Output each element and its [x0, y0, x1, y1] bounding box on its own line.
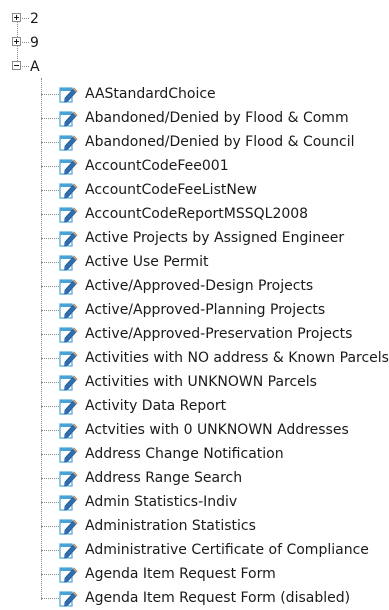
report-tree-item[interactable]: Active/Approved-Design Projects [0, 274, 389, 298]
report-tree-item-label[interactable]: Agenda Item Request Form (disabled) [85, 589, 350, 607]
report-tree-item-label[interactable]: Active Projects by Assigned Engineer [85, 229, 344, 247]
tree-connector-line [41, 238, 59, 239]
report-tree-item[interactable]: Abandoned/Denied by Flood & Comm [0, 106, 389, 130]
tree-node-label[interactable]: 9 [30, 34, 39, 52]
report-tree-item-label[interactable]: Active Use Permit [85, 253, 208, 271]
report-tree-item[interactable]: Activities with UNKNOWN Parcels [0, 370, 389, 394]
report-edit-icon [59, 495, 78, 511]
report-tree-item[interactable]: Admin Statistics-Indiv [0, 490, 389, 514]
report-tree-item-label[interactable]: Actvities with 0 UNKNOWN Addresses [85, 421, 349, 439]
tree-connector-line [41, 94, 59, 95]
report-tree-item[interactable]: Activities with NO address & Known Parce… [0, 346, 389, 370]
report-tree-item[interactable]: Active/Approved-Preservation Projects [0, 322, 389, 346]
report-tree-item[interactable]: Agenda Item Request Form (disabled) [0, 586, 389, 610]
report-tree-item-label[interactable]: Activities with UNKNOWN Parcels [85, 373, 317, 391]
tree-connector-line [41, 262, 59, 263]
report-tree-item-label[interactable]: Administrative Certificate of Compliance [85, 541, 369, 559]
tree-connector-line [41, 286, 59, 287]
tree-connector-line [41, 382, 59, 383]
report-tree-item-label[interactable]: Active/Approved-Design Projects [85, 277, 313, 295]
report-edit-icon [59, 279, 78, 295]
report-edit-icon [59, 447, 78, 463]
tree-connector-line [41, 550, 59, 551]
report-tree-item[interactable]: Active Projects by Assigned Engineer [0, 226, 389, 250]
tree-connector-line [41, 214, 59, 215]
report-edit-icon [59, 471, 78, 487]
tree-connector-line [41, 478, 59, 479]
tree-connector-line [41, 358, 59, 359]
report-tree-item-label[interactable]: Activity Data Report [85, 397, 226, 415]
report-edit-icon [59, 255, 78, 271]
report-tree-item-label[interactable]: Address Change Notification [85, 445, 284, 463]
report-tree-item-label[interactable]: Address Range Search [85, 469, 242, 487]
report-edit-icon [59, 327, 78, 343]
report-tree-item-label[interactable]: Agenda Item Request Form [85, 565, 276, 583]
tree-connector-line [41, 406, 59, 407]
report-tree-item[interactable]: Active Use Permit [0, 250, 389, 274]
report-edit-icon [59, 519, 78, 535]
report-tree-item[interactable]: Abandoned/Denied by Flood & Council [0, 130, 389, 154]
report-tree-item-label[interactable]: Admin Statistics-Indiv [85, 493, 237, 511]
tree-connector-line [41, 334, 59, 335]
tree-connector-line [41, 190, 59, 191]
report-tree-item-label[interactable]: AAStandardChoice [85, 85, 216, 103]
tree-connector-line [41, 142, 59, 143]
tree-node-label[interactable]: 2 [30, 10, 39, 28]
report-tree-item-label[interactable]: Activities with NO address & Known Parce… [85, 349, 389, 367]
report-tree-item[interactable]: Address Range Search [0, 466, 389, 490]
report-edit-icon [59, 351, 78, 367]
tree-connector-line [41, 118, 59, 119]
report-edit-icon [59, 207, 78, 223]
report-edit-icon [59, 111, 78, 127]
report-tree: 2 9 A AAStandardChoice Abandoned/Denied b… [0, 0, 389, 609]
tree-connector-line [41, 430, 59, 431]
report-tree-item-label[interactable]: AccountCodeReportMSSQL2008 [85, 205, 308, 223]
tree-connector-line [41, 454, 59, 455]
report-tree-item[interactable]: Active/Approved-Planning Projects [0, 298, 389, 322]
report-edit-icon [59, 375, 78, 391]
tree-connector-line [41, 310, 59, 311]
report-tree-item[interactable]: Administration Statistics [0, 514, 389, 538]
report-tree-item[interactable]: AccountCodeReportMSSQL2008 [0, 202, 389, 226]
report-tree-item[interactable]: Address Change Notification [0, 442, 389, 466]
report-tree-item[interactable]: Agenda Item Request Form [0, 562, 389, 586]
report-edit-icon [59, 567, 78, 583]
expand-plus-icon[interactable] [12, 37, 21, 46]
report-edit-icon [59, 183, 78, 199]
report-edit-icon [59, 87, 78, 103]
report-tree-item[interactable]: AAStandardChoice [0, 82, 389, 106]
report-tree-item-label[interactable]: AccountCodeFee001 [85, 157, 229, 175]
report-tree-item[interactable]: Activity Data Report [0, 394, 389, 418]
tree-connector-line [41, 502, 59, 503]
report-tree-item[interactable]: AccountCodeFeeListNew [0, 178, 389, 202]
report-tree-item-label[interactable]: Active/Approved-Planning Projects [85, 301, 325, 319]
report-tree-item[interactable]: AccountCodeFee001 [0, 154, 389, 178]
report-edit-icon [59, 399, 78, 415]
tree-connector-line [41, 166, 59, 167]
tree-node-a[interactable]: A [0, 56, 389, 80]
expand-plus-icon[interactable] [12, 13, 21, 22]
tree-node-9[interactable]: 9 [0, 32, 389, 56]
report-tree-item-label[interactable]: Active/Approved-Preservation Projects [85, 325, 352, 343]
report-tree-item[interactable]: Administrative Certificate of Compliance [0, 538, 389, 562]
tree-connector-line [41, 574, 59, 575]
report-tree-item-label[interactable]: Administration Statistics [85, 517, 256, 535]
report-tree-item-label[interactable]: Abandoned/Denied by Flood & Comm [85, 109, 349, 127]
report-tree-item-label[interactable]: AccountCodeFeeListNew [85, 181, 257, 199]
tree-connector-line [41, 598, 59, 599]
report-edit-icon [59, 159, 78, 175]
report-tree-item-label[interactable]: Abandoned/Denied by Flood & Council [85, 133, 355, 151]
report-edit-icon [59, 543, 78, 559]
collapse-minus-icon[interactable] [12, 61, 21, 70]
report-edit-icon [59, 423, 78, 439]
tree-connector-line [41, 526, 59, 527]
report-edit-icon [59, 231, 78, 247]
tree-node-label[interactable]: A [30, 58, 40, 76]
tree-node-2[interactable]: 2 [0, 8, 389, 32]
report-edit-icon [59, 135, 78, 151]
report-edit-icon [59, 591, 78, 607]
report-tree-item[interactable]: Actvities with 0 UNKNOWN Addresses [0, 418, 389, 442]
report-edit-icon [59, 303, 78, 319]
